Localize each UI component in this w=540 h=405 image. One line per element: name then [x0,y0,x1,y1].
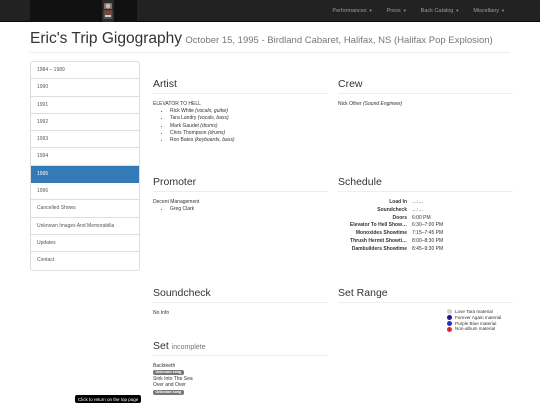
soundcheck-info: No Info [153,310,170,316]
caret-down-icon: ▼ [368,8,373,13]
nav-press[interactable]: Press ▼ [380,0,414,22]
promoter-section: Promoter Decent Management Greg Clark [153,176,328,213]
set-status: incomplete [171,344,206,351]
sidebar-item-1995[interactable]: 1995 [31,165,139,184]
promoter-company: Decent Management [153,199,200,205]
sidebar-item-1984-1989[interactable]: 1984 – 1989 [31,62,139,80]
promoter-people: Greg Clark [170,206,328,213]
navbar: Performances ▼ Press ▼ Back Catalog ▼ Misce… [0,0,540,22]
back-to-top-tooltip[interactable]: Click to return on the top page [75,395,142,403]
table-row: Soundcheck…:… [377,206,424,213]
unknown-song-badge: Unknown song [153,389,184,395]
caret-down-icon: ▼ [501,8,505,13]
legend-dot-icon [447,315,452,321]
nav-performances[interactable]: Performances ▼ [325,0,379,22]
crew-section: Crew Nick Other (Sound Engineer) [338,78,513,108]
schedule-heading: Schedule [338,176,513,192]
schedule-table: Load In…:… Soundcheck…:… Doors 6:00 PM El… [338,199,443,254]
list-item: Tara Landry (vocals, bass) [170,115,328,122]
set-range-section: Set Range Love Tara material Forever Aga… [338,287,513,332]
list-item: Rick White (vocals, guitar) [170,108,328,115]
band-logo-icon [102,0,114,22]
sidebar-item-1996[interactable]: 1996 [31,183,139,201]
caret-down-icon: ▼ [402,8,407,13]
set-range-legend: Love Tara material Forever Again materia… [447,309,513,332]
band-name: ELEVATOR TO HELL [153,101,201,107]
member-list: Rick White (vocals, guitar) Tara Landry … [170,108,328,144]
page-subtitle: October 15, 1995 - Birdland Cabaret, Hal… [185,35,493,46]
nav-miscellany[interactable]: Miscellany ▼ [466,0,512,22]
sidebar: 1984 – 1989 1990 1991 1992 1993 1994 199… [30,61,140,271]
crew-heading: Crew [338,78,513,94]
nav-back-catalog[interactable]: Back Catalog ▼ [414,0,467,22]
table-row: Load In…:… [389,199,424,205]
nav-menu: Performances ▼ Press ▼ Back Catalog ▼ Misce… [325,0,512,22]
set-range-heading: Set Range [338,287,513,303]
sidebar-item-cancelled-shows[interactable]: Cancelled Shows [31,200,139,218]
list-item: Ron Bates (keyboards, bass) [170,137,328,144]
table-row: Thrush Hermit Showti… 8:00–8:30 PM [350,237,444,244]
crew-entry: Nick Other (Sound Engineer) [338,101,403,107]
schedule-section: Schedule Load In…:… Soundcheck…:… Doors 6… [338,176,513,254]
unknown-song-badge: Unknown song [153,370,184,376]
set-section: Set incomplete Backteeth Unknown song Si… [153,340,328,395]
promoter-heading: Promoter [153,176,328,192]
set-heading: Set incomplete [153,340,328,356]
table-row: Monoxides Showtime 7:15–7:45 PM [355,230,444,237]
legend-dot-icon [447,326,452,332]
table-row: Dambuilders Showtime 8:45–9:30 PM [351,245,444,252]
list-item: Chris Thompson (drums) [170,130,328,137]
sidebar-item-1993[interactable]: 1993 [31,131,139,149]
brand-logo-link[interactable] [30,0,137,22]
legend-item: Non-album material [447,326,513,332]
list-item: Greg Clark [170,206,328,213]
set-list: Backteeth Unknown song Sink Into The Sea… [153,363,328,395]
page-title: Eric's Trip Gigography [30,30,182,47]
page-header: Eric's Trip Gigography October 15, 1995 … [30,30,510,53]
sidebar-item-1994[interactable]: 1994 [31,148,139,166]
sidebar-item-1991[interactable]: 1991 [31,97,139,114]
soundcheck-section: Soundcheck No Info [153,287,328,317]
sidebar-item-contact[interactable]: Contact [31,252,139,269]
soundcheck-heading: Soundcheck [153,287,328,303]
list-item: Mark Gaudet (drums) [170,123,328,130]
sidebar-item-updates[interactable]: Updates [31,235,139,253]
sidebar-item-1992[interactable]: 1992 [31,114,139,132]
table-row: Elevator To Hell Show… 6:30–7:00 PM [349,222,444,229]
artist-section: Artist ELEVATOR TO HELL Rick White (voca… [153,78,328,144]
sidebar-item-unknown-images[interactable]: Unknown Images And Memorabilia [31,218,139,235]
table-row: Doors 6:00 PM [392,214,431,221]
caret-down-icon: ▼ [455,8,460,13]
legend-dot-icon [447,320,452,326]
artist-heading: Artist [153,78,328,94]
sidebar-item-1990[interactable]: 1990 [31,79,139,97]
legend-dot-icon [447,309,452,315]
